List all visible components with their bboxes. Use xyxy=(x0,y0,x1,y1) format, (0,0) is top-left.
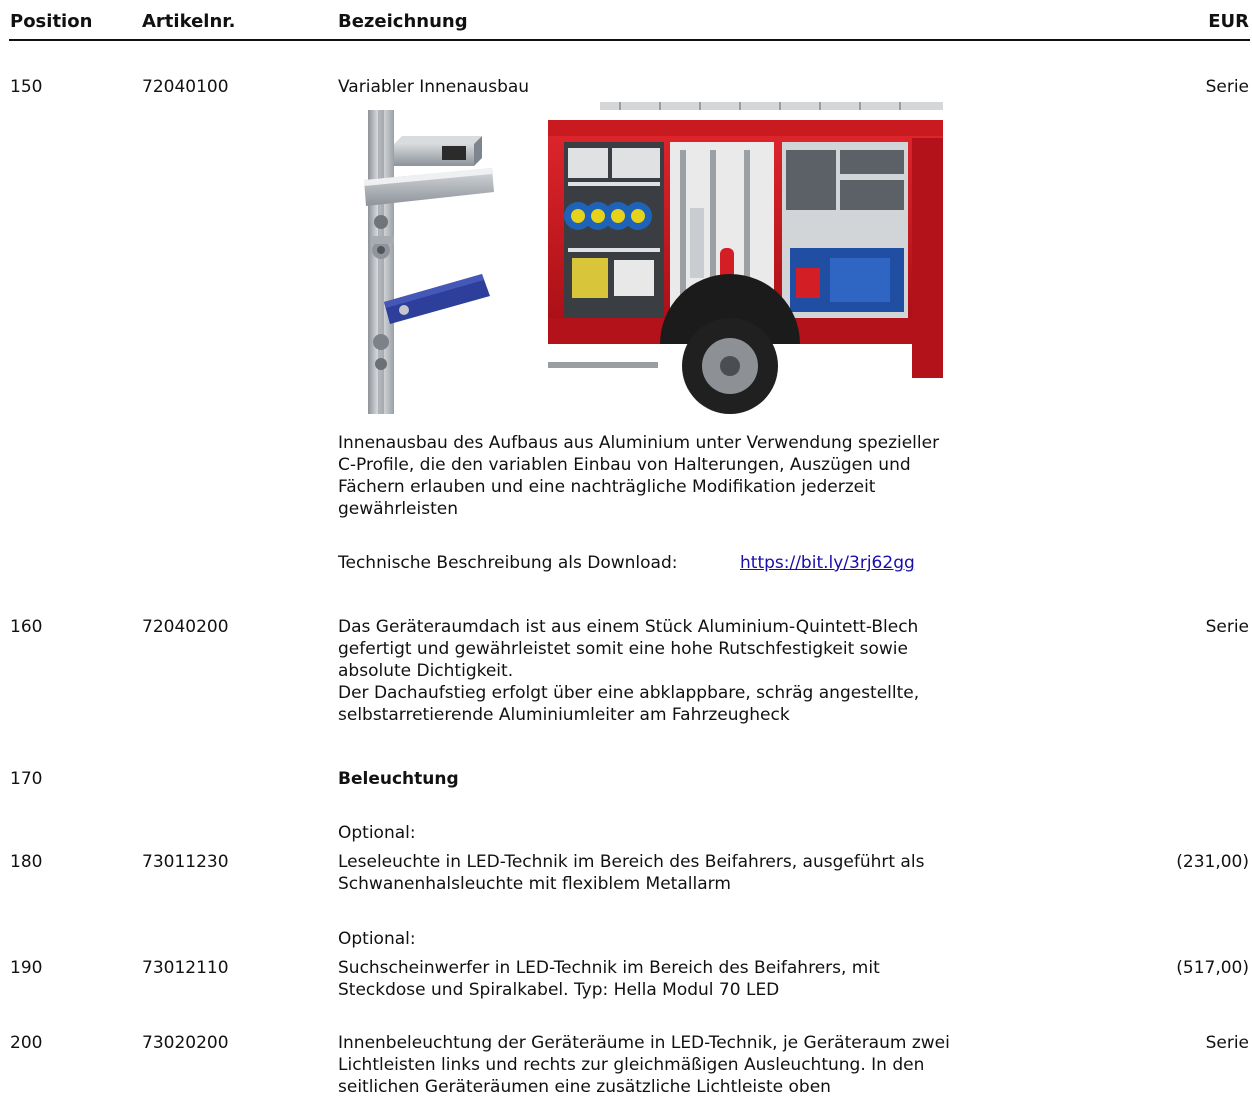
header-position: Position xyxy=(10,11,93,32)
row-article: 73011230 xyxy=(142,852,229,872)
download-label: Technische Beschreibung als Download: xyxy=(338,553,678,573)
row-article: 72040200 xyxy=(142,617,229,637)
header-currency: EUR xyxy=(1208,11,1249,32)
row-text: Leseleuchte in LED-Technik im Bereich de… xyxy=(338,852,925,894)
row-position: 170 xyxy=(10,769,43,789)
row-article: 73012110 xyxy=(142,958,229,978)
header-divider xyxy=(9,39,1250,41)
row-price: Serie xyxy=(1205,77,1249,97)
row-position: 190 xyxy=(10,958,43,978)
row-price: (231,00) xyxy=(1176,852,1249,872)
header-article: Artikelnr. xyxy=(142,11,236,32)
download-link[interactable]: https://bit.ly/3rj62gg xyxy=(740,552,915,574)
row-price: (517,00) xyxy=(1176,958,1249,978)
optional-label: Optional: xyxy=(338,823,416,843)
row-price: Serie xyxy=(1205,617,1249,637)
header-description: Bezeichnung xyxy=(338,11,468,32)
row-text: Das Geräteraumdach ist aus einem Stück A… xyxy=(338,617,920,725)
row-text: Suchscheinwerfer in LED-Technik im Berei… xyxy=(338,958,880,1000)
row-position: 200 xyxy=(10,1033,43,1053)
row-article: 73020200 xyxy=(142,1033,229,1053)
row-position: 180 xyxy=(10,852,43,872)
profile-rail-image xyxy=(364,110,494,414)
row-price: Serie xyxy=(1205,1033,1249,1053)
row-title: Variabler Innenausbau xyxy=(338,77,530,97)
row-article: 72040100 xyxy=(142,77,229,97)
row-position: 150 xyxy=(10,77,43,97)
row-text: Innenausbau des Aufbaus aus Aluminium un… xyxy=(338,433,940,519)
optional-label: Optional: xyxy=(338,929,416,949)
row-position: 160 xyxy=(10,617,43,637)
fire-truck-image xyxy=(548,102,943,414)
row-text: Innenbeleuchtung der Geräteräume in LED-… xyxy=(338,1033,950,1097)
section-title: Beleuchtung xyxy=(338,769,459,789)
